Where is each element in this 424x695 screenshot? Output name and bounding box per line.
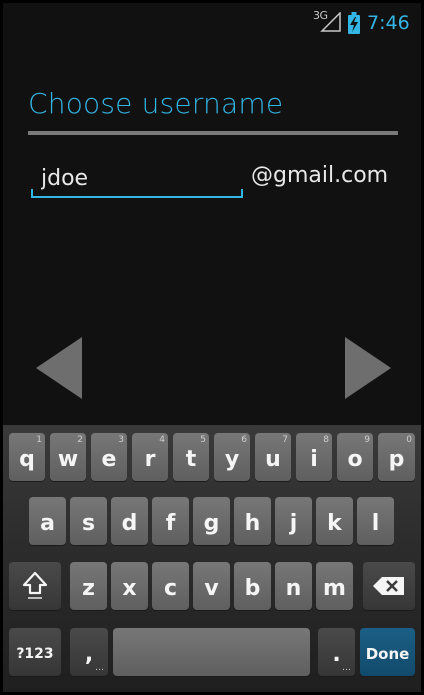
space-key[interactable]: [113, 628, 310, 676]
key-m[interactable]: m: [316, 562, 353, 610]
key-label: f: [165, 510, 176, 536]
key-hint: 4: [159, 435, 165, 445]
key-hint: 9: [364, 435, 370, 445]
username-field-underline-right: [241, 189, 243, 197]
key-h[interactable]: h: [234, 497, 271, 545]
backspace-icon: [373, 577, 404, 595]
key-p[interactable]: 0p: [378, 433, 415, 481]
key-label: b: [244, 575, 261, 601]
key-v[interactable]: v: [193, 562, 230, 610]
key-label: n: [285, 575, 302, 601]
key-label: a: [40, 510, 55, 536]
signal-icon: [320, 12, 341, 32]
key-a[interactable]: a: [29, 497, 66, 545]
key-x[interactable]: x: [111, 562, 148, 610]
key-label: t: [185, 446, 197, 472]
key-label: h: [244, 510, 261, 536]
key-d[interactable]: d: [111, 497, 148, 545]
key-label: s: [81, 510, 96, 536]
key-y[interactable]: 6y: [214, 433, 250, 481]
done-key[interactable]: Done: [360, 628, 415, 676]
more-dots-icon: …: [342, 663, 351, 673]
key-hint: 3: [118, 435, 124, 445]
username-field-underline-left: [31, 189, 33, 197]
key-label: y: [224, 446, 240, 472]
key-hint: 2: [77, 435, 83, 445]
more-dots-icon: …: [95, 663, 104, 673]
key-label: q: [19, 446, 35, 472]
key-label: x: [122, 575, 137, 601]
key-f[interactable]: f: [152, 497, 189, 545]
key-label: c: [163, 575, 178, 601]
key-e[interactable]: 3e: [91, 433, 127, 481]
key-label: .: [332, 641, 341, 667]
key-o[interactable]: 9o: [337, 433, 373, 481]
key-s[interactable]: s: [70, 497, 107, 545]
symbols-key[interactable]: ?123: [9, 628, 61, 676]
key-label: z: [82, 575, 95, 601]
email-domain-suffix: @gmail.com: [251, 163, 389, 188]
key-label: l: [371, 510, 380, 536]
key-w[interactable]: 2w: [50, 433, 86, 481]
soft-keyboard: 1q 2w 3e 4r 5t 6y 7u 8i 9o 0p a s d f g …: [3, 425, 421, 692]
key-q[interactable]: 1q: [9, 433, 45, 481]
page-title: Choose username: [28, 87, 284, 120]
key-label: u: [265, 446, 281, 472]
key-t[interactable]: 5t: [173, 433, 209, 481]
key-i[interactable]: 8i: [296, 433, 332, 481]
key-hint: 6: [241, 435, 247, 445]
screen: 3G 7:46 Choose username @gmail.com 1q 2w…: [3, 3, 421, 692]
key-label: ?123: [16, 646, 54, 662]
key-u[interactable]: 7u: [255, 433, 291, 481]
status-bar: 3G 7:46: [3, 3, 421, 39]
next-arrow-button[interactable]: [343, 335, 393, 401]
key-hint: 0: [406, 435, 412, 445]
key-label: v: [204, 575, 219, 601]
period-key[interactable]: .…: [318, 628, 355, 676]
key-label: m: [323, 575, 346, 601]
key-label: e: [101, 446, 117, 472]
key-hint: 7: [282, 435, 288, 445]
username-field[interactable]: [31, 159, 243, 197]
key-k[interactable]: k: [316, 497, 353, 545]
shift-key[interactable]: [9, 562, 61, 610]
key-label: k: [327, 510, 342, 536]
key-label: p: [388, 446, 405, 472]
shift-icon: [22, 571, 48, 599]
back-arrow-button[interactable]: [34, 335, 84, 401]
key-l[interactable]: l: [357, 497, 394, 545]
key-label: d: [121, 510, 138, 536]
clock: 7:46: [367, 12, 410, 34]
key-label: r: [144, 446, 156, 472]
key-label: Done: [365, 645, 410, 663]
key-label: g: [203, 510, 220, 536]
key-label: j: [289, 510, 298, 536]
key-r[interactable]: 4r: [132, 433, 168, 481]
key-label: i: [310, 446, 318, 472]
key-label: w: [57, 446, 79, 472]
key-label: o: [347, 446, 363, 472]
username-field-underline: [31, 196, 243, 198]
title-divider: [28, 131, 398, 135]
key-c[interactable]: c: [152, 562, 189, 610]
comma-key[interactable]: ,…: [70, 628, 108, 676]
key-j[interactable]: j: [275, 497, 312, 545]
key-b[interactable]: b: [234, 562, 271, 610]
key-hint: 1: [36, 435, 42, 445]
key-label: ,: [84, 641, 94, 667]
key-hint: 8: [323, 435, 329, 445]
backspace-key[interactable]: [363, 562, 415, 610]
key-z[interactable]: z: [70, 562, 107, 610]
key-n[interactable]: n: [275, 562, 312, 610]
key-hint: 5: [200, 435, 206, 445]
battery-charging-icon: [348, 12, 360, 34]
key-g[interactable]: g: [193, 497, 230, 545]
